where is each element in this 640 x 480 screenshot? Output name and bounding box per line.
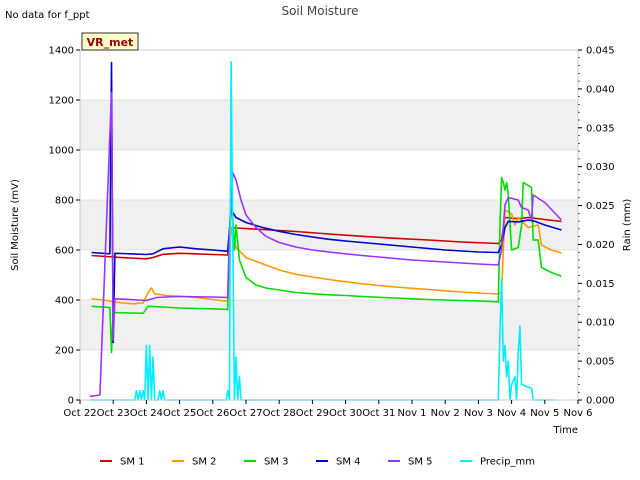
y2-axis-ticks: 0.000 0.005 0.010 0.015 0.020 0.025 0.030 0.035… [578,46,615,407]
legend-label: SM 4 [336,457,361,468]
x-tick-label: Nov 4 [497,408,526,419]
x-tick-label: Oct 31 [362,408,395,419]
x-tick-label: Oct 27 [229,408,262,419]
x-tick-label: Nov 6 [563,408,592,419]
y2-tick-label: 0.015 [586,279,615,290]
x-tick-label: Nov 2 [431,408,460,419]
y2-tick-label: 0.025 [586,201,615,212]
y-tick-label: 200 [55,346,74,357]
chart-title: Soil Moisture [281,4,358,18]
y2-tick-label: 0.010 [586,318,615,329]
y-tick-label: 0 [68,396,74,407]
y-tick-label: 1000 [49,146,74,157]
y-tick-label: 1400 [49,46,74,57]
y-tick-label: 400 [55,296,74,307]
legend-label: Precip_mm [480,457,535,468]
legend-label: SM 1 [120,457,145,468]
no-data-note: No data for f_ppt [5,10,90,21]
x-tick-label: Oct 24 [130,408,163,419]
legend: SM 1 SM 2 SM 3 SM 4 SM 5 Precip_mm [100,457,535,468]
x-tick-label: Oct 22 [63,408,96,419]
x-axis-title: Time [553,425,578,436]
y2-axis-title: Rain (mm) [622,199,633,252]
x-axis-ticks: Oct 22 Oct 23 Oct 24 Oct 25 Oct 26 Oct 27 Oct … [63,400,593,419]
legend-label: SM 3 [264,457,289,468]
x-tick-label: Nov 5 [530,408,559,419]
x-tick-label: Oct 29 [296,408,329,419]
y2-tick-label: 0.045 [586,46,615,57]
soil-moisture-chart: No data for f_ppt Soil Moisture 0 200 400 6… [5,4,633,468]
x-tick-label: Oct 26 [196,408,229,419]
y-tick-label: 600 [55,246,74,257]
y-axis-title: Soil Moisture (mV) [10,179,21,271]
y-tick-label: 1200 [49,96,74,107]
x-tick-label: Oct 23 [97,408,130,419]
legend-label: SM 2 [192,457,217,468]
x-tick-label: Nov 3 [464,408,493,419]
legend-label: SM 5 [408,457,433,468]
station-badge-label: VR_met [87,36,134,49]
y2-tick-label: 0.030 [586,162,615,173]
y2-tick-label: 0.020 [586,240,615,251]
x-tick-label: Oct 30 [329,408,362,419]
y-tick-label: 800 [55,196,74,207]
x-tick-label: Oct 28 [263,408,296,419]
y2-tick-label: 0.005 [586,357,615,368]
x-tick-label: Nov 1 [397,408,426,419]
y2-tick-label: 0.000 [586,396,615,407]
y-axis-ticks: 0 200 400 600 800 1000 1200 1400 [49,46,80,407]
y2-tick-label: 0.035 [586,123,615,134]
y2-tick-label: 0.040 [586,84,615,95]
grid-band [80,100,578,150]
x-tick-label: Oct 25 [163,408,196,419]
station-badge: VR_met [81,32,139,51]
plot-area [79,49,579,401]
